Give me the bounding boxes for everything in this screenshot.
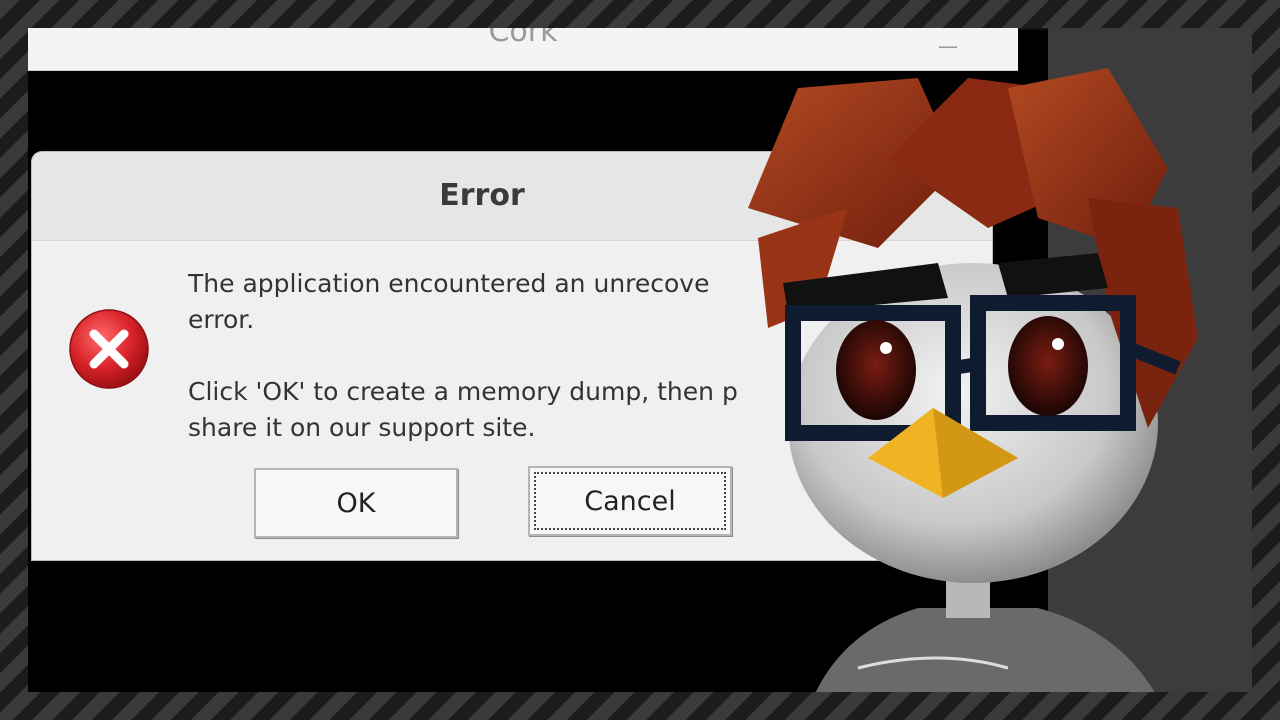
cancel-button[interactable]: Cancel xyxy=(528,466,732,536)
ok-button[interactable]: OK xyxy=(254,468,458,538)
screen-area: Cork — Error The application encountered… xyxy=(28,28,1252,692)
striped-frame: Cork — Error The application encountered… xyxy=(0,0,1280,720)
error-x-icon xyxy=(69,309,149,389)
avatar-character xyxy=(748,68,1198,692)
main-window-title: Cork xyxy=(488,28,558,49)
